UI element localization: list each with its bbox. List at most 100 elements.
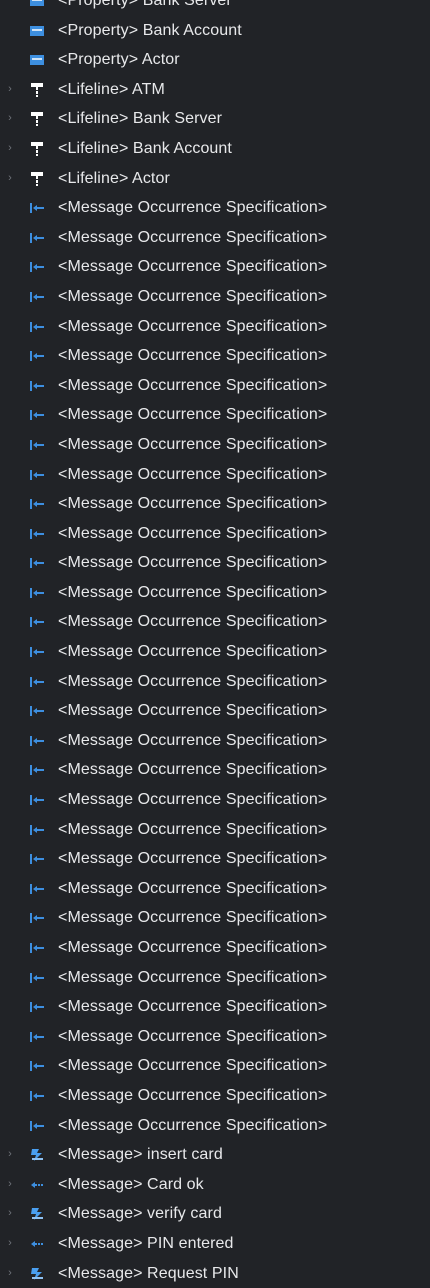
tree-item-mos[interactable]: <Message Occurrence Specification> (0, 1111, 430, 1141)
chevron-right-icon[interactable]: › (4, 104, 16, 134)
tree-item-message-reply[interactable]: › <Message> PIN entered (0, 1229, 430, 1259)
tree-item-mos[interactable]: <Message Occurrence Specification> (0, 548, 430, 578)
tree-item-lifeline[interactable]: › <Lifeline> Bank Server (0, 104, 430, 134)
tree-item-mos[interactable]: <Message Occurrence Specification> (0, 874, 430, 904)
tree-item-mos[interactable]: <Message Occurrence Specification> (0, 815, 430, 845)
tree-item-mos[interactable]: <Message Occurrence Specification> (0, 667, 430, 697)
tree-item-mos[interactable]: <Message Occurrence Specification> (0, 223, 430, 253)
message-icon (29, 1267, 45, 1281)
tree-item-label: <Message Occurrence Specification> (58, 199, 328, 217)
lifeline-icon (29, 171, 45, 186)
tree-item-label: <Message> Request PIN (58, 1264, 239, 1282)
message-occurrence-icon (29, 527, 45, 541)
tree-item-mos[interactable]: <Message Occurrence Specification> (0, 785, 430, 815)
message-occurrence-icon (29, 320, 45, 334)
tree-item-label: <Message Occurrence Specification> (58, 643, 328, 661)
tree-item-label: <Message Occurrence Specification> (58, 1086, 328, 1104)
tree-item-mos[interactable]: <Message Occurrence Specification> (0, 1051, 430, 1081)
tree-item-mos[interactable]: <Message Occurrence Specification> (0, 1022, 430, 1052)
chevron-right-icon[interactable]: › (4, 1259, 16, 1288)
message-occurrence-icon (29, 704, 45, 718)
property-icon (29, 53, 45, 67)
tree-item-mos[interactable]: <Message Occurrence Specification> (0, 844, 430, 874)
message-occurrence-icon (29, 408, 45, 422)
tree-item-mos[interactable]: <Message Occurrence Specification> (0, 371, 430, 401)
tree-item-property[interactable]: <Property> Bank Server (0, 0, 430, 16)
message-occurrence-icon (29, 882, 45, 896)
tree-item-mos[interactable]: <Message Occurrence Specification> (0, 400, 430, 430)
tree-item-message-sync[interactable]: › <Message> Request PIN (0, 1259, 430, 1288)
tree-item-label: <Message Occurrence Specification> (58, 317, 328, 335)
lifeline-icon (29, 141, 45, 156)
tree-item-mos[interactable]: <Message Occurrence Specification> (0, 607, 430, 637)
tree-item-mos[interactable]: <Message Occurrence Specification> (0, 903, 430, 933)
tree-item-message-reply[interactable]: › <Message> Card ok (0, 1170, 430, 1200)
tree-item-message-sync[interactable]: › <Message> verify card (0, 1199, 430, 1229)
property-icon (29, 24, 45, 38)
tree-item-mos[interactable]: <Message Occurrence Specification> (0, 282, 430, 312)
tree-item-label: <Message Occurrence Specification> (58, 672, 328, 690)
tree-item-label: <Message Occurrence Specification> (58, 1116, 328, 1134)
tree-item-mos[interactable]: <Message Occurrence Specification> (0, 726, 430, 756)
tree-item-label: <Message Occurrence Specification> (58, 613, 328, 631)
message-occurrence-icon (29, 793, 45, 807)
tree-item-label: <Lifeline> Bank Server (58, 110, 223, 128)
tree-item-label: <Message Occurrence Specification> (58, 820, 328, 838)
tree-item-mos[interactable]: <Message Occurrence Specification> (0, 578, 430, 608)
chevron-right-icon[interactable]: › (4, 134, 16, 164)
message-occurrence-icon (29, 260, 45, 274)
tree-item-mos[interactable]: <Message Occurrence Specification> (0, 312, 430, 342)
tree-item-lifeline[interactable]: › <Lifeline> Bank Account (0, 134, 430, 164)
message-occurrence-icon (29, 734, 45, 748)
tree-item-label: <Message> insert card (58, 1146, 223, 1164)
tree-item-property[interactable]: <Property> Actor (0, 45, 430, 75)
tree-item-mos[interactable]: <Message Occurrence Specification> (0, 430, 430, 460)
tree-item-mos[interactable]: <Message Occurrence Specification> (0, 519, 430, 549)
tree-item-label: <Message Occurrence Specification> (58, 850, 328, 868)
tree-item-mos[interactable]: <Message Occurrence Specification> (0, 460, 430, 490)
message-occurrence-icon (29, 468, 45, 482)
message-occurrence-icon (29, 1000, 45, 1014)
tree-item-mos[interactable]: <Message Occurrence Specification> (0, 933, 430, 963)
tree-item-lifeline[interactable]: › <Lifeline> ATM (0, 75, 430, 105)
lifeline-icon (29, 82, 45, 97)
message-occurrence-icon (29, 290, 45, 304)
tree-item-label: <Lifeline> Bank Account (58, 139, 232, 157)
chevron-right-icon[interactable]: › (4, 1199, 16, 1229)
tree-item-label: <Message Occurrence Specification> (58, 495, 328, 513)
message-icon (29, 1148, 45, 1162)
chevron-right-icon[interactable]: › (4, 164, 16, 194)
chevron-right-icon[interactable]: › (4, 1229, 16, 1259)
message-occurrence-icon (29, 586, 45, 600)
tree-item-label: <Message Occurrence Specification> (58, 998, 328, 1016)
tree-item-mos[interactable]: <Message Occurrence Specification> (0, 1081, 430, 1111)
tree-item-label: <Message Occurrence Specification> (58, 435, 328, 453)
tree-item-lifeline[interactable]: › <Lifeline> Actor (0, 164, 430, 194)
tree-item-mos[interactable]: <Message Occurrence Specification> (0, 252, 430, 282)
tree-item-mos[interactable]: <Message Occurrence Specification> (0, 637, 430, 667)
message-occurrence-icon (29, 1089, 45, 1103)
message-occurrence-icon (29, 201, 45, 215)
tree-item-label: <Message Occurrence Specification> (58, 879, 328, 897)
reply-message-icon (29, 1237, 45, 1251)
message-occurrence-icon (29, 1059, 45, 1073)
tree-item-mos[interactable]: <Message Occurrence Specification> (0, 341, 430, 371)
message-occurrence-icon (29, 1030, 45, 1044)
tree-item-mos[interactable]: <Message Occurrence Specification> (0, 696, 430, 726)
tree-item-mos[interactable]: <Message Occurrence Specification> (0, 963, 430, 993)
tree-item-label: <Message Occurrence Specification> (58, 524, 328, 542)
tree-item-mos[interactable]: <Message Occurrence Specification> (0, 992, 430, 1022)
message-occurrence-icon (29, 349, 45, 363)
tree-item-mos[interactable]: <Message Occurrence Specification> (0, 755, 430, 785)
tree-item-label: <Message Occurrence Specification> (58, 968, 328, 986)
reply-message-icon (29, 1178, 45, 1192)
chevron-right-icon[interactable]: › (4, 1140, 16, 1170)
message-occurrence-icon (29, 231, 45, 245)
tree-item-mos[interactable]: <Message Occurrence Specification> (0, 489, 430, 519)
tree-item-property[interactable]: <Property> Bank Account (0, 16, 430, 46)
tree-item-mos[interactable]: <Message Occurrence Specification> (0, 193, 430, 223)
chevron-right-icon[interactable]: › (4, 75, 16, 105)
tree-item-message-sync[interactable]: › <Message> insert card (0, 1140, 430, 1170)
chevron-right-icon[interactable]: › (4, 1170, 16, 1200)
message-occurrence-icon (29, 556, 45, 570)
